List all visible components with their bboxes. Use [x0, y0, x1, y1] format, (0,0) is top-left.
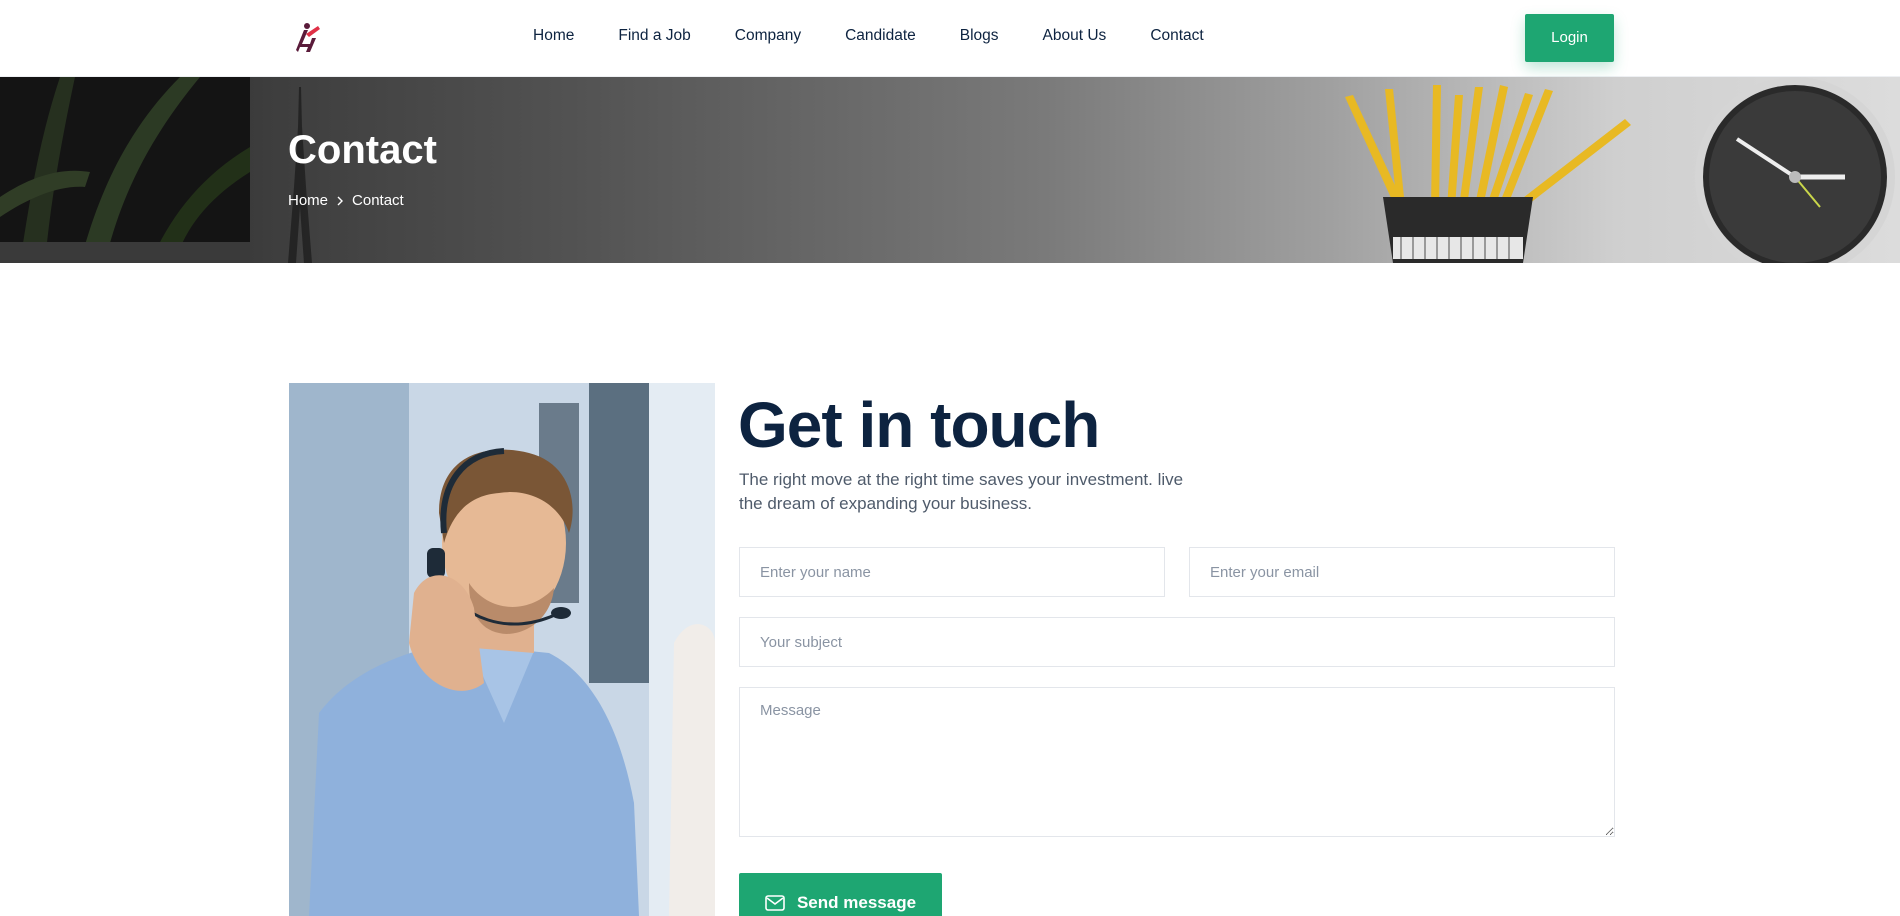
support-agent-photo — [289, 383, 715, 916]
login-button[interactable]: Login — [1525, 14, 1614, 62]
nav-candidate[interactable]: Candidate — [845, 26, 916, 46]
main-nav: Home Find a Job Company Candidate Blogs … — [533, 26, 1248, 46]
chevron-right-icon — [337, 196, 344, 205]
page-banner: Contact Home Contact — [0, 77, 1900, 263]
nav-find-a-job[interactable]: Find a Job — [618, 26, 690, 46]
breadcrumb: Home Contact — [288, 192, 404, 209]
name-input[interactable] — [739, 547, 1165, 597]
nav-contact[interactable]: Contact — [1150, 26, 1203, 46]
breadcrumb-home[interactable]: Home — [288, 192, 328, 209]
logo-icon[interactable] — [290, 20, 326, 56]
nav-blogs[interactable]: Blogs — [960, 26, 999, 46]
breadcrumb-current: Contact — [352, 192, 404, 209]
site-header: Home Find a Job Company Candidate Blogs … — [0, 0, 1900, 77]
tower-image — [288, 87, 312, 263]
email-input[interactable] — [1189, 547, 1615, 597]
send-message-label: Send message — [796, 893, 917, 912]
nav-about-us[interactable]: About Us — [1043, 26, 1107, 46]
pencils-image — [1345, 85, 1631, 263]
message-textarea[interactable] — [739, 687, 1615, 837]
contact-subtext: The right move at the right time saves y… — [739, 470, 1184, 513]
page-title: Contact — [288, 128, 437, 172]
clock-image — [1695, 77, 1895, 263]
send-message-button[interactable]: Send message — [739, 873, 942, 916]
subject-input[interactable] — [739, 617, 1615, 667]
envelope-icon — [765, 895, 785, 911]
nav-company[interactable]: Company — [735, 26, 801, 46]
contact-heading: Get in touch — [738, 389, 1100, 461]
nav-home[interactable]: Home — [533, 26, 574, 46]
plant-image — [0, 77, 250, 263]
